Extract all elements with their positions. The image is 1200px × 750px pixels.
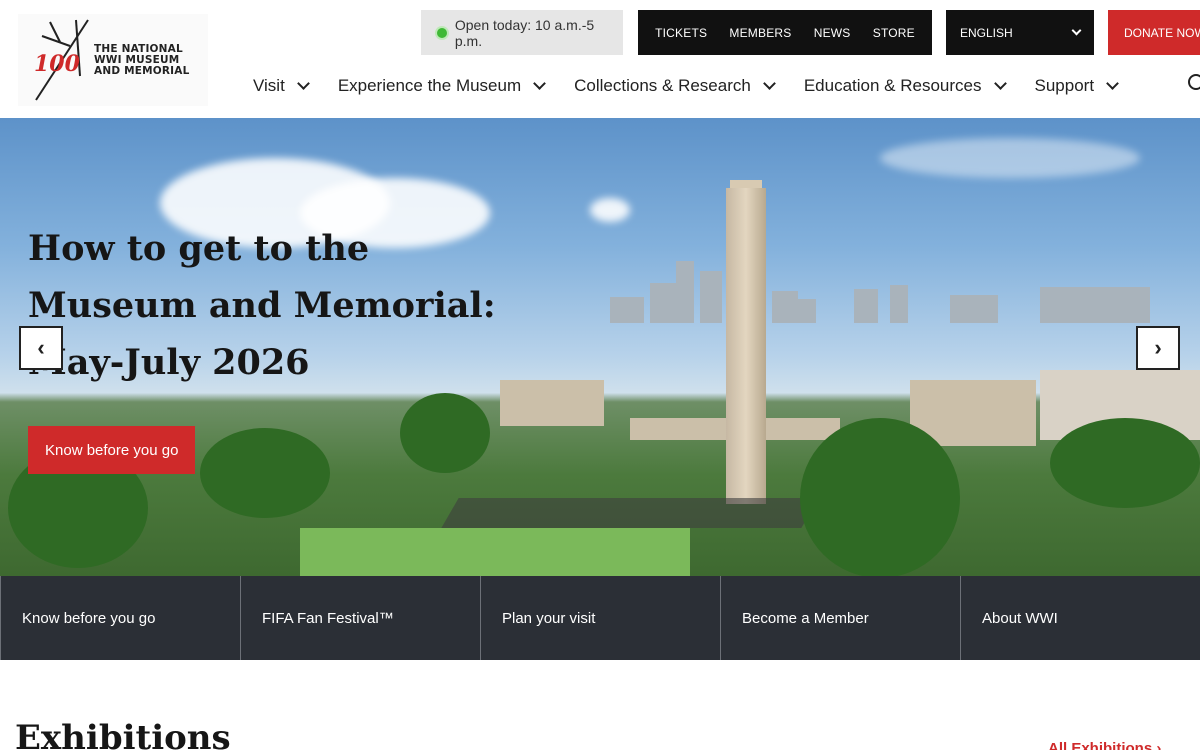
donate-button[interactable]: DONATE NOW	[1108, 10, 1200, 55]
quick-link-membership[interactable]: Become a Member	[720, 576, 960, 660]
nav-item-label: Collections & Research	[574, 76, 751, 95]
language-select[interactable]: ENGLISH	[946, 10, 1094, 55]
skyline-building	[700, 271, 722, 323]
tree	[1050, 418, 1200, 508]
skyline-building	[950, 295, 998, 323]
nav-item-label: Visit	[253, 76, 285, 95]
skyline-building	[676, 261, 694, 323]
museum-logo[interactable]: 100 THE NATIONAL WWI MUSEUM AND MEMORIAL	[18, 14, 208, 106]
nav-item-education[interactable]: Education & Resources	[803, 76, 1007, 96]
hours-text: Open today: 10 a.m.-5 p.m.	[454, 16, 595, 49]
utility-link-members[interactable]: MEMBERS	[729, 26, 791, 40]
road	[441, 498, 819, 528]
nav-item-collections[interactable]: Collections & Research	[574, 76, 776, 96]
status-dot-icon	[437, 27, 447, 38]
cloud-decoration	[590, 198, 630, 222]
svg-text:100: 100	[34, 51, 81, 77]
skyline-building	[610, 297, 644, 323]
site-header: 100 THE NATIONAL WWI MUSEUM AND MEMORIAL…	[0, 0, 1200, 118]
tree	[400, 393, 490, 473]
cloud-decoration	[880, 138, 1140, 178]
tree	[800, 418, 960, 576]
skyline-building	[772, 291, 798, 323]
hero-cta-button[interactable]: Know before you go	[28, 426, 196, 474]
hero-slider: How to get to the Museum and Memorial: M…	[0, 118, 1200, 576]
skyline-building	[890, 285, 908, 323]
logo-mark-icon: 100	[34, 19, 89, 101]
skyline-building	[1040, 287, 1150, 323]
language-label: ENGLISH	[960, 25, 1013, 40]
utility-nav: TICKETS MEMBERS NEWS STORE	[638, 10, 932, 55]
logo-line: AND MEMORIAL	[94, 65, 190, 77]
nav-item-label: Experience the Museum	[337, 76, 522, 95]
exhibitions-heading: Exhibitions	[15, 718, 231, 750]
skyline-building	[796, 299, 816, 323]
chevron-down-icon	[993, 77, 1007, 90]
main-nav: Visit Experience the Museum Collections …	[253, 70, 1147, 102]
nav-item-support[interactable]: Support	[1034, 76, 1119, 96]
all-exhibitions-label: All Exhibitions	[1048, 740, 1153, 750]
skyline-building	[854, 289, 878, 323]
lawn	[300, 528, 690, 576]
quick-link-plan-visit[interactable]: Plan your visit	[480, 576, 720, 660]
hours-badge: Open today: 10 a.m.-5 p.m.	[421, 10, 623, 55]
utility-link-tickets[interactable]: TICKETS	[655, 26, 707, 40]
chevron-down-icon	[533, 77, 547, 90]
logo-wordmark: THE NATIONAL WWI MUSEUM AND MEMORIAL	[94, 44, 190, 77]
utility-link-store[interactable]: STORE	[873, 26, 915, 40]
quick-link-fifa[interactable]: FIFA Fan Festival™	[240, 576, 480, 660]
quick-link-know-before[interactable]: Know before you go	[0, 576, 240, 660]
search-icon[interactable]	[1188, 74, 1200, 90]
nav-item-label: Support	[1034, 76, 1095, 95]
chevron-down-icon	[1071, 25, 1082, 36]
liberty-memorial-tower	[726, 188, 766, 504]
quick-links-bar: Know before you go FIFA Fan Festival™ Pl…	[0, 576, 1200, 660]
hero-title: How to get to the Museum and Memorial: M…	[28, 228, 496, 383]
nav-item-experience[interactable]: Experience the Museum	[337, 76, 547, 96]
chevron-down-icon	[1106, 77, 1119, 90]
arrow-left-icon[interactable]: ‹	[19, 326, 63, 370]
arrow-right-icon[interactable]: ›	[1136, 326, 1180, 370]
chevron-down-icon	[296, 77, 310, 90]
quick-link-about-wwi[interactable]: About WWI	[960, 576, 1200, 660]
tree	[200, 428, 330, 518]
nav-item-label: Education & Resources	[803, 76, 982, 95]
all-exhibitions-link[interactable]: All Exhibitions ›	[1048, 740, 1161, 750]
nav-item-visit[interactable]: Visit	[253, 76, 310, 96]
utility-link-news[interactable]: NEWS	[814, 26, 851, 40]
chevron-down-icon	[762, 77, 776, 90]
